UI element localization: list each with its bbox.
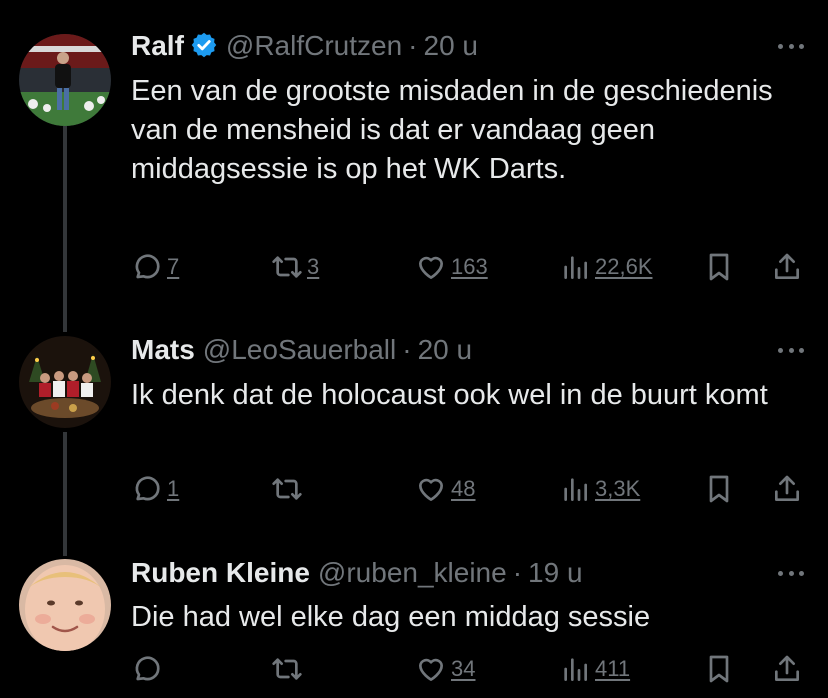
views-button[interactable]: 22,6K — [559, 251, 653, 283]
display-name[interactable]: Mats — [131, 333, 195, 367]
thread-line — [63, 432, 67, 556]
tweet-header: Ruben Kleine @ruben_kleine · 19 u — [131, 556, 583, 590]
heart-icon — [419, 256, 443, 279]
avatar[interactable] — [19, 559, 111, 651]
display-name[interactable]: Ruben Kleine — [131, 556, 310, 590]
reply-icon — [135, 254, 160, 279]
bookmark-icon — [709, 253, 729, 281]
views-chart-icon — [564, 658, 587, 681]
reply-button[interactable]: 7 — [131, 251, 179, 283]
view-count: 3,3K — [595, 476, 641, 501]
reply-count: 1 — [167, 476, 180, 501]
more-options-icon[interactable] — [776, 31, 806, 61]
share-icon — [775, 475, 799, 501]
timestamp[interactable]: 20 u — [418, 333, 473, 367]
heart-icon — [419, 658, 443, 681]
like-count: 48 — [451, 476, 476, 501]
user-handle[interactable]: @RalfCrutzen — [226, 29, 402, 63]
avatar-photo — [19, 34, 111, 126]
user-handle[interactable]: @ruben_kleine — [318, 556, 507, 590]
views-chart-icon — [564, 256, 587, 279]
like-button[interactable]: 34 — [415, 653, 475, 685]
tweet-text: Een van de grootste misdaden in de gesch… — [131, 75, 773, 185]
share-button[interactable] — [771, 653, 803, 685]
thread-line — [63, 126, 67, 332]
avatar[interactable] — [19, 34, 111, 126]
more-options-icon[interactable] — [776, 558, 806, 588]
retweet-button[interactable] — [271, 653, 303, 685]
share-icon — [775, 655, 799, 681]
reply-icon — [135, 656, 160, 681]
like-button[interactable]: 48 — [415, 473, 475, 505]
bookmark-button[interactable] — [703, 251, 735, 283]
reply-icon — [135, 476, 160, 501]
views-button[interactable]: 411 — [559, 653, 630, 685]
reply-button[interactable]: 1 — [131, 473, 179, 505]
user-handle[interactable]: @LeoSauerball — [203, 333, 396, 367]
view-count: 22,6K — [595, 254, 653, 279]
separator: · — [512, 557, 523, 588]
tweet-actions: 7 3 163 22,6K — [131, 251, 811, 285]
tweet-header: Ralf @RalfCrutzen · 20 u — [131, 27, 478, 63]
more-options-icon[interactable] — [776, 335, 806, 365]
retweet-button[interactable] — [271, 473, 303, 505]
avatar[interactable] — [19, 336, 111, 428]
bookmark-button[interactable] — [703, 473, 735, 505]
share-button[interactable] — [771, 473, 803, 505]
reply-button[interactable] — [131, 653, 163, 685]
tweet-text: Ik denk dat de holocaust ook wel in de b… — [131, 379, 768, 411]
avatar-photo — [19, 336, 111, 428]
timestamp[interactable]: 19 u — [528, 556, 583, 590]
reply-count: 7 — [167, 254, 180, 279]
like-button[interactable]: 163 — [415, 251, 488, 283]
separator: · — [408, 30, 418, 61]
bookmark-icon — [709, 475, 729, 503]
tweet-actions: 1 48 3,3K — [131, 473, 811, 507]
separator: · — [402, 334, 412, 365]
tweet-text: Die had wel elke dag een middag sessie — [131, 601, 651, 633]
verified-badge-icon — [191, 32, 217, 58]
retweet-count: 3 — [307, 254, 320, 279]
like-count: 34 — [451, 656, 476, 681]
heart-icon — [419, 478, 443, 501]
view-count: 411 — [595, 656, 631, 681]
timestamp[interactable]: 20 u — [424, 29, 479, 63]
retweet-icon — [272, 478, 302, 500]
retweet-button[interactable]: 3 — [271, 251, 319, 283]
tweet-header: Mats @LeoSauerball · 20 u — [131, 333, 472, 367]
avatar-photo — [19, 559, 111, 651]
like-count: 163 — [451, 254, 488, 279]
retweet-icon — [272, 256, 302, 278]
tweet-actions: 34 411 — [131, 653, 811, 687]
views-chart-icon — [564, 478, 587, 501]
display-name[interactable]: Ralf — [131, 29, 184, 63]
views-button[interactable]: 3,3K — [559, 473, 640, 505]
share-button[interactable] — [771, 251, 803, 283]
bookmark-icon — [709, 655, 729, 683]
retweet-icon — [272, 658, 302, 680]
bookmark-button[interactable] — [703, 653, 735, 685]
share-icon — [775, 253, 799, 279]
